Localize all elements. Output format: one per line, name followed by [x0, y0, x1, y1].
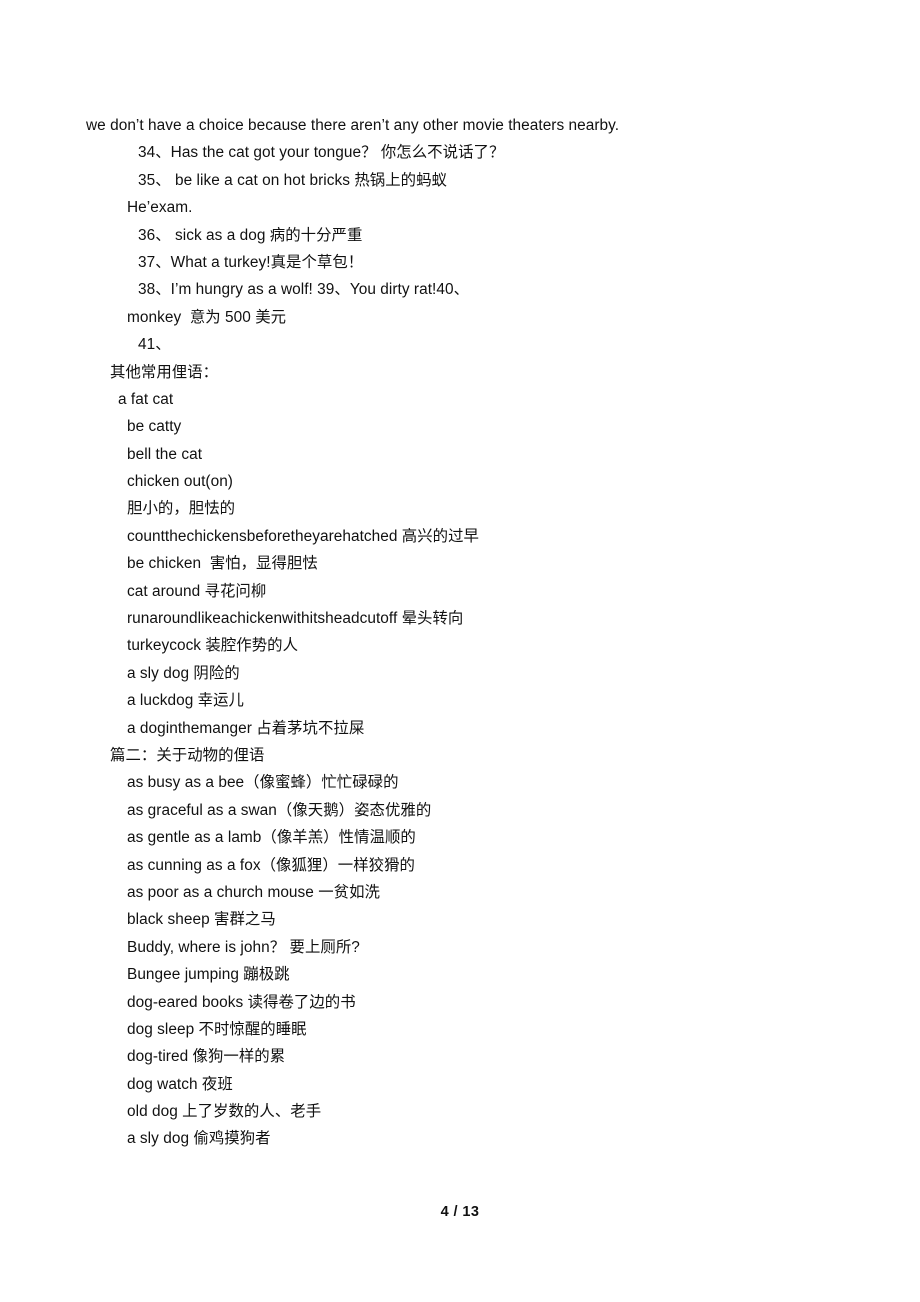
text-line: as gentle as a lamb（像羊羔）性情温顺的 [127, 829, 416, 847]
text-line: a sly dog 偷鸡摸狗者 [127, 1130, 271, 1148]
text-line: 篇二：关于动物的俚语 [110, 746, 265, 764]
text-line: countthechickensbeforetheyarehatched 高兴的… [127, 527, 479, 545]
text-line: cat around 寻花问柳 [127, 582, 267, 600]
text-line: dog-tired 像狗一样的累 [127, 1048, 286, 1066]
text-line: 36、 sick as a dog 病的十分严重 [138, 226, 363, 244]
text-line: Bungee jumping 蹦极跳 [127, 966, 290, 984]
text-line: as poor as a church mouse 一贫如洗 [127, 883, 380, 901]
text-line: 胆小的，胆怯的 [127, 500, 236, 518]
text-line: bell the cat [127, 445, 203, 463]
text-line: a luckdog 幸运儿 [127, 692, 244, 710]
text-line: chicken out(on) [127, 473, 233, 491]
text-line: as cunning as a fox（像狐狸）一样狡猾的 [127, 856, 415, 874]
text-line: He’exam. [127, 199, 193, 217]
text-line: 41、 [138, 336, 171, 354]
text-line: a sly dog 阴险的 [127, 664, 240, 682]
text-line: as busy as a bee（像蜜蜂）忙忙碌碌的 [127, 774, 399, 792]
text-line: dog-eared books 读得卷了边的书 [127, 993, 356, 1011]
text-line: be catty [127, 418, 182, 436]
text-line: old dog 上了岁数的人、老手 [127, 1103, 322, 1121]
text-line: turkeycock 装腔作势的人 [127, 637, 299, 655]
text-line: a doginthemanger 占着茅坑不拉屎 [127, 719, 365, 737]
text-line: Buddy, where is john？ 要上厕所? [127, 938, 360, 956]
text-line: 38、I’m hungry as a wolf! 39、You dirty ra… [138, 281, 470, 299]
text-line: as graceful as a swan（像天鹅）姿态优雅的 [127, 801, 432, 819]
document-body: we don’t have a choice because there are… [0, 112, 920, 1153]
text-line: 其他常用俚语： [110, 363, 219, 381]
page-number-footer: 4 / 13 [440, 1204, 480, 1220]
text-line: monkey 意为 500 美元 [127, 308, 287, 326]
text-line: we don’t have a choice because there are… [86, 117, 620, 134]
text-line: a fat cat [118, 390, 174, 408]
text-line: 35、 be like a cat on hot bricks 热锅上的蚂蚁 [138, 171, 447, 189]
text-line: runaroundlikeachickenwithitsheadcutoff 晕… [127, 610, 464, 628]
text-line: be chicken 害怕，显得胆怯 [127, 555, 318, 573]
text-line: black sheep 害群之马 [127, 911, 276, 929]
document-page: we don’t have a choice because there are… [0, 0, 920, 1302]
text-line: 37、What a turkey!真是个草包！ [138, 253, 364, 271]
text-line: 34、Has the cat got your tongue？ 你怎么不说话了？ [138, 144, 505, 162]
text-line: dog sleep 不时惊醒的睡眠 [127, 1020, 307, 1038]
text-line: dog watch 夜班 [127, 1075, 233, 1093]
